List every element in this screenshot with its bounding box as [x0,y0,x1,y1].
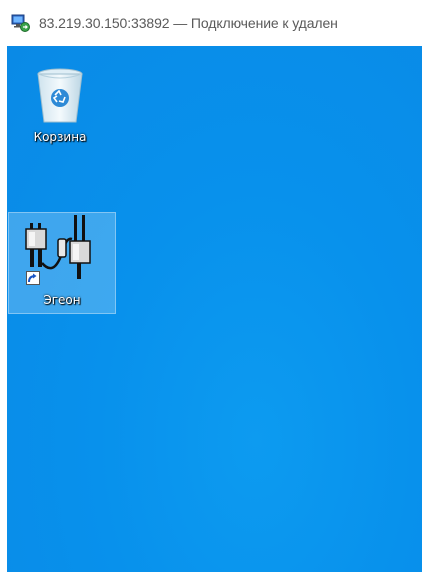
shortcut-arrow-icon [26,271,40,285]
desktop-icon-label: Эгеон [43,293,81,307]
window-border-left [0,46,7,572]
window-title: 83.219.30.150:33892 — Подключение к удал… [39,15,338,31]
desktop-icon-egeon[interactable]: Эгеон [8,212,116,314]
remote-desktop-icon [11,13,31,33]
desktop-icon-recycle-bin[interactable]: Корзина [7,64,114,144]
egeon-connector-icon [14,213,110,291]
remote-desktop[interactable]: Корзина Эгеон [7,46,422,572]
recycle-bin-icon [28,64,92,128]
title-bar[interactable]: 83.219.30.150:33892 — Подключение к удал… [0,0,429,46]
remote-desktop-window: 83.219.30.150:33892 — Подключение к удал… [0,0,429,572]
window-border-right [422,46,429,572]
desktop-icon-label: Корзина [33,130,87,144]
